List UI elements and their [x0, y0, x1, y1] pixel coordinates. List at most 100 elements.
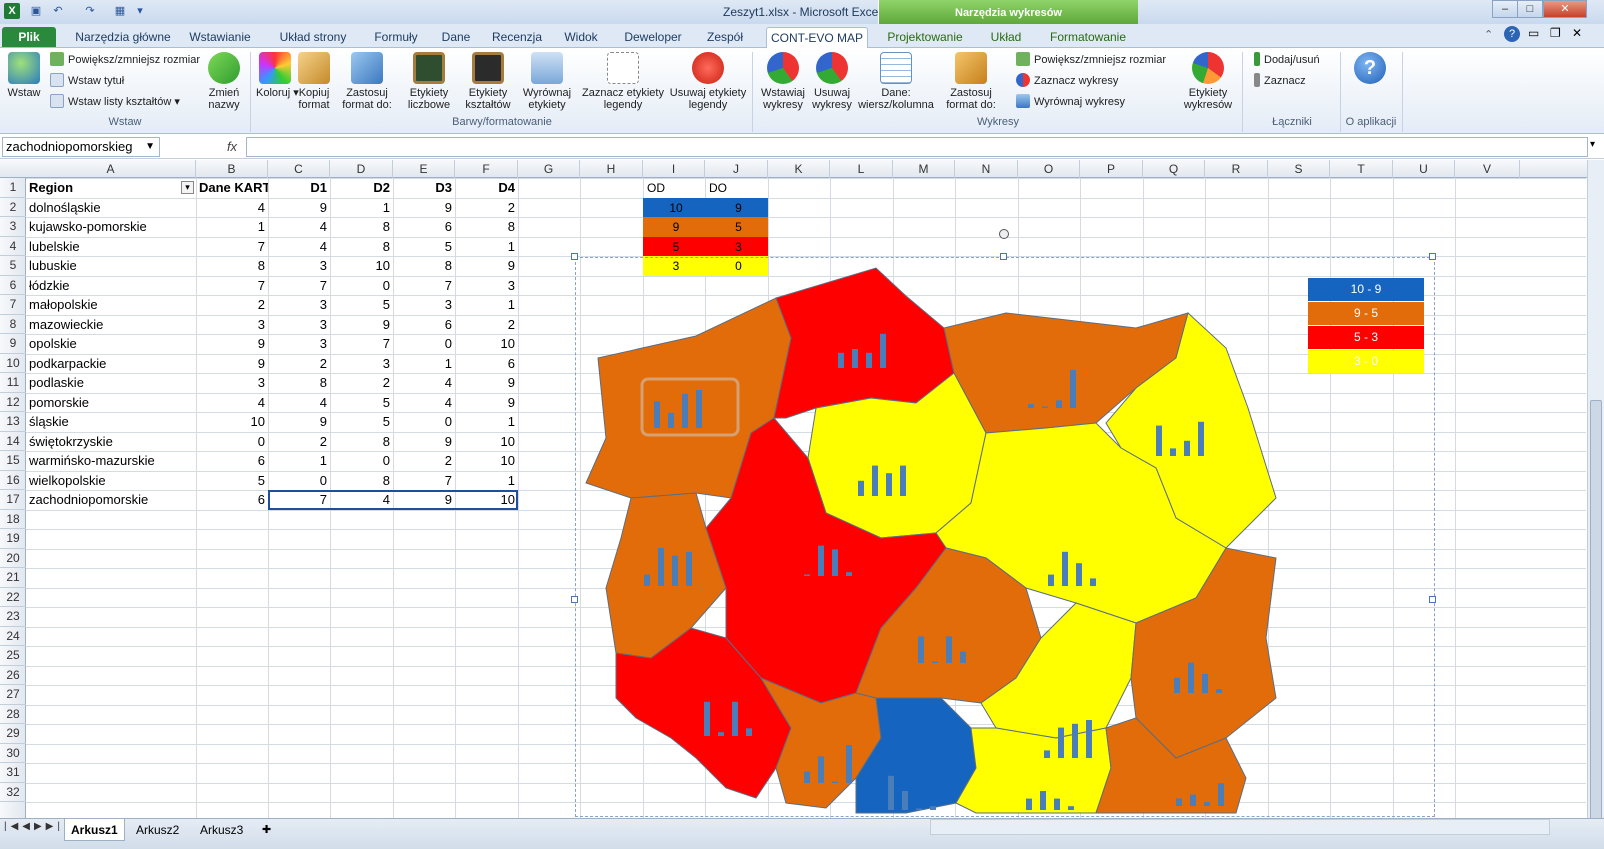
row-header-28[interactable]: 28	[0, 705, 26, 724]
new-sheet-icon[interactable]: ✚	[256, 819, 277, 841]
insert-shape-lists-button[interactable]: Wstaw listy kształtów ▾	[50, 94, 180, 110]
vertical-scroll-thumb[interactable]	[1590, 400, 1602, 820]
table-cell[interactable]: 1	[196, 217, 268, 237]
table-cell[interactable]: 9	[455, 373, 518, 393]
insert-title-button[interactable]: Wstaw tytuł	[50, 73, 124, 89]
column-header-R[interactable]: R	[1205, 160, 1268, 178]
row-header-16[interactable]: 16	[0, 471, 26, 490]
row-header-4[interactable]: 4	[0, 237, 26, 256]
column-header-K[interactable]: K	[768, 160, 830, 178]
table-cell[interactable]: 10	[455, 451, 518, 471]
row-header-19[interactable]: 19	[0, 529, 26, 549]
resize-map-button[interactable]: Powiększ/zmniejsz rozmiar	[50, 52, 200, 68]
table-cell[interactable]: 1	[330, 198, 393, 218]
table-cell[interactable]: 0	[393, 412, 455, 432]
row-header-10[interactable]: 10	[0, 354, 26, 373]
data-row-column-button[interactable]: Dane: wiersz/kolumna	[856, 52, 936, 111]
table-cell[interactable]: 8	[330, 217, 393, 237]
table-cell[interactable]: 7	[196, 237, 268, 257]
sheet-nav-arrows[interactable]: |◀◀▶▶|	[4, 821, 64, 832]
table-cell[interactable]: śląskie	[26, 412, 196, 432]
table-cell[interactable]: 2	[455, 198, 518, 218]
table-cell[interactable]: 2	[268, 354, 330, 374]
table-cell[interactable]: 8	[268, 373, 330, 393]
table-cell[interactable]: podlaskie	[26, 373, 196, 393]
column-header-V[interactable]: V	[1455, 160, 1520, 178]
tab-view[interactable]: Widok	[558, 27, 604, 48]
restore-workbook-icon[interactable]: ▭	[1528, 26, 1539, 40]
column-header-D[interactable]: D	[330, 160, 393, 178]
row-header-27[interactable]: 27	[0, 685, 26, 705]
horizontal-scrollbar[interactable]	[930, 819, 1550, 835]
function-icon[interactable]: fx	[222, 137, 242, 157]
minimize-button[interactable]: –	[1492, 0, 1518, 18]
table-cell[interactable]: 7	[330, 334, 393, 354]
apply-chart-format-button[interactable]: Zastosuj format do:	[938, 52, 1004, 111]
formula-input[interactable]	[246, 137, 1588, 157]
table-cell[interactable]: 3	[455, 276, 518, 296]
table-cell[interactable]: 6	[196, 451, 268, 471]
table-cell[interactable]: łódzkie	[26, 276, 196, 296]
maximize-button[interactable]: □	[1517, 0, 1543, 18]
column-header-A[interactable]: A	[26, 160, 196, 178]
column-header-E[interactable]: E	[393, 160, 455, 178]
align-labels-button[interactable]: Wyrównaj etykiety	[520, 52, 574, 111]
table-cell[interactable]: 4	[196, 393, 268, 413]
table-cell[interactable]: 1	[455, 412, 518, 432]
table-cell[interactable]: 7	[196, 276, 268, 296]
row-header-31[interactable]: 31	[0, 763, 26, 783]
table-cell[interactable]: 9	[196, 334, 268, 354]
row-header-29[interactable]: 29	[0, 724, 26, 744]
table-cell[interactable]: małopolskie	[26, 295, 196, 315]
select-legend-labels-button[interactable]: Zaznacz etykiety legendy	[580, 52, 666, 111]
row-header-26[interactable]: 26	[0, 666, 26, 685]
shape-labels-button[interactable]: Etykiety kształtów	[458, 52, 518, 111]
table-cell[interactable]: 3	[393, 295, 455, 315]
row-header-1[interactable]: 1	[0, 178, 26, 198]
column-header-T[interactable]: T	[1330, 160, 1393, 178]
table-cell[interactable]: 0	[330, 276, 393, 296]
table-cell[interactable]: 9	[455, 256, 518, 276]
table-cell[interactable]: 5	[330, 295, 393, 315]
table-cell[interactable]: 1	[455, 471, 518, 491]
table-cell[interactable]: wielkopolskie	[26, 471, 196, 491]
row-header-8[interactable]: 8	[0, 315, 26, 334]
close-button[interactable]: ✕	[1543, 0, 1587, 18]
column-header-N[interactable]: N	[955, 160, 1018, 178]
table-cell[interactable]: 7	[393, 471, 455, 491]
resize-handle[interactable]	[571, 596, 578, 603]
table-cell[interactable]: 4	[268, 393, 330, 413]
range-value-cell[interactable]: 10	[643, 197, 705, 217]
range-header-cell[interactable]: DO	[705, 178, 768, 198]
table-cell[interactable]: 6	[393, 315, 455, 335]
tab-home[interactable]: Narzędzia główne	[70, 27, 176, 48]
column-header-H[interactable]: H	[580, 160, 643, 178]
table-cell[interactable]: 8	[330, 432, 393, 452]
table-cell[interactable]: 4	[268, 237, 330, 257]
row-header-20[interactable]: 20	[0, 549, 26, 568]
resize-charts-button[interactable]: Powiększ/zmniejsz rozmiar	[1016, 52, 1166, 68]
table-cell[interactable]: 2	[268, 432, 330, 452]
table-cell[interactable]: 6	[393, 217, 455, 237]
table-cell[interactable]: 5	[330, 412, 393, 432]
table-cell[interactable]: 1	[455, 237, 518, 257]
table-cell[interactable]: 8	[455, 217, 518, 237]
table-cell[interactable]: 4	[393, 373, 455, 393]
add-remove-connector-button[interactable]: Dodaj/usuń	[1254, 52, 1320, 68]
row-header-13[interactable]: 13	[0, 412, 26, 432]
table-cell[interactable]: 10	[330, 256, 393, 276]
table-cell[interactable]: 9	[393, 198, 455, 218]
table-cell[interactable]: 6	[455, 354, 518, 374]
table-cell[interactable]: 4	[196, 198, 268, 218]
table-cell[interactable]: pomorskie	[26, 393, 196, 413]
table-cell[interactable]: 1	[455, 295, 518, 315]
tab-cont-evo-map[interactable]: CONT-EVO MAP	[766, 27, 868, 48]
row-header-18[interactable]: 18	[0, 510, 26, 529]
table-cell[interactable]: 2	[196, 295, 268, 315]
table-cell[interactable]: 9	[455, 393, 518, 413]
table-cell[interactable]: lubuskie	[26, 256, 196, 276]
table-cell[interactable]: 8	[393, 256, 455, 276]
table-cell[interactable]: 3	[268, 334, 330, 354]
table-header-cell[interactable]: D1	[268, 178, 330, 198]
range-value-cell[interactable]: 3	[705, 236, 768, 256]
